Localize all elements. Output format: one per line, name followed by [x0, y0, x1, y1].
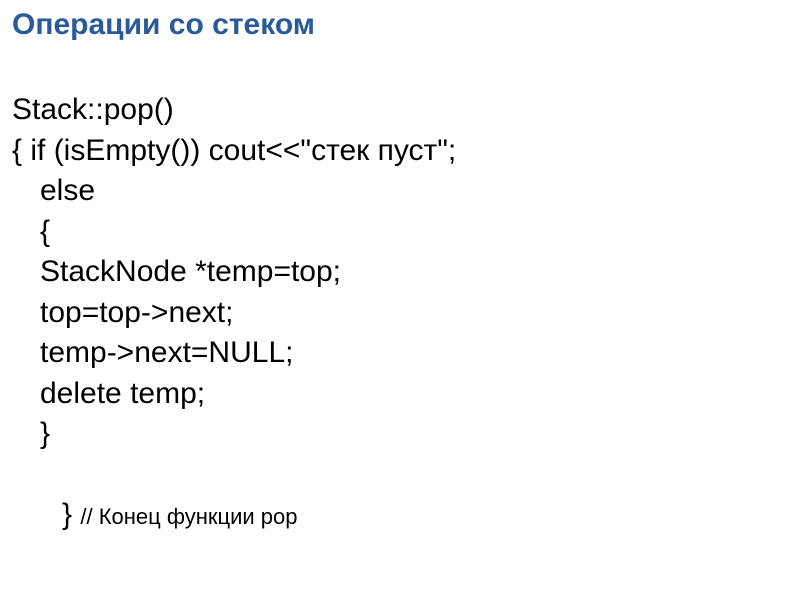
- code-line-6: top=top->next;: [12, 293, 788, 334]
- code-line-2: { if (isEmpty()) cout<<"стек пуст";: [12, 131, 788, 172]
- code-line-9: }: [12, 414, 788, 455]
- code-line-3: else: [12, 171, 788, 212]
- code-line-7: temp->next=NULL;: [12, 333, 788, 374]
- code-line-4: {: [12, 212, 788, 253]
- code-line-1: Stack::pop(): [12, 90, 788, 131]
- slide: Операции со стеком Stack::pop() { if (is…: [0, 0, 800, 584]
- slide-title: Операции со стеком: [12, 8, 788, 42]
- code-line-8: delete temp;: [12, 374, 788, 415]
- code-line-5: StackNode *temp=top;: [12, 252, 788, 293]
- code-line-10: } // Конец функции pop: [12, 455, 788, 577]
- code-brace: }: [62, 498, 80, 531]
- code-comment: // Конец функции pop: [80, 504, 297, 529]
- code-block: Stack::pop() { if (isEmpty()) cout<<"сте…: [12, 90, 788, 576]
